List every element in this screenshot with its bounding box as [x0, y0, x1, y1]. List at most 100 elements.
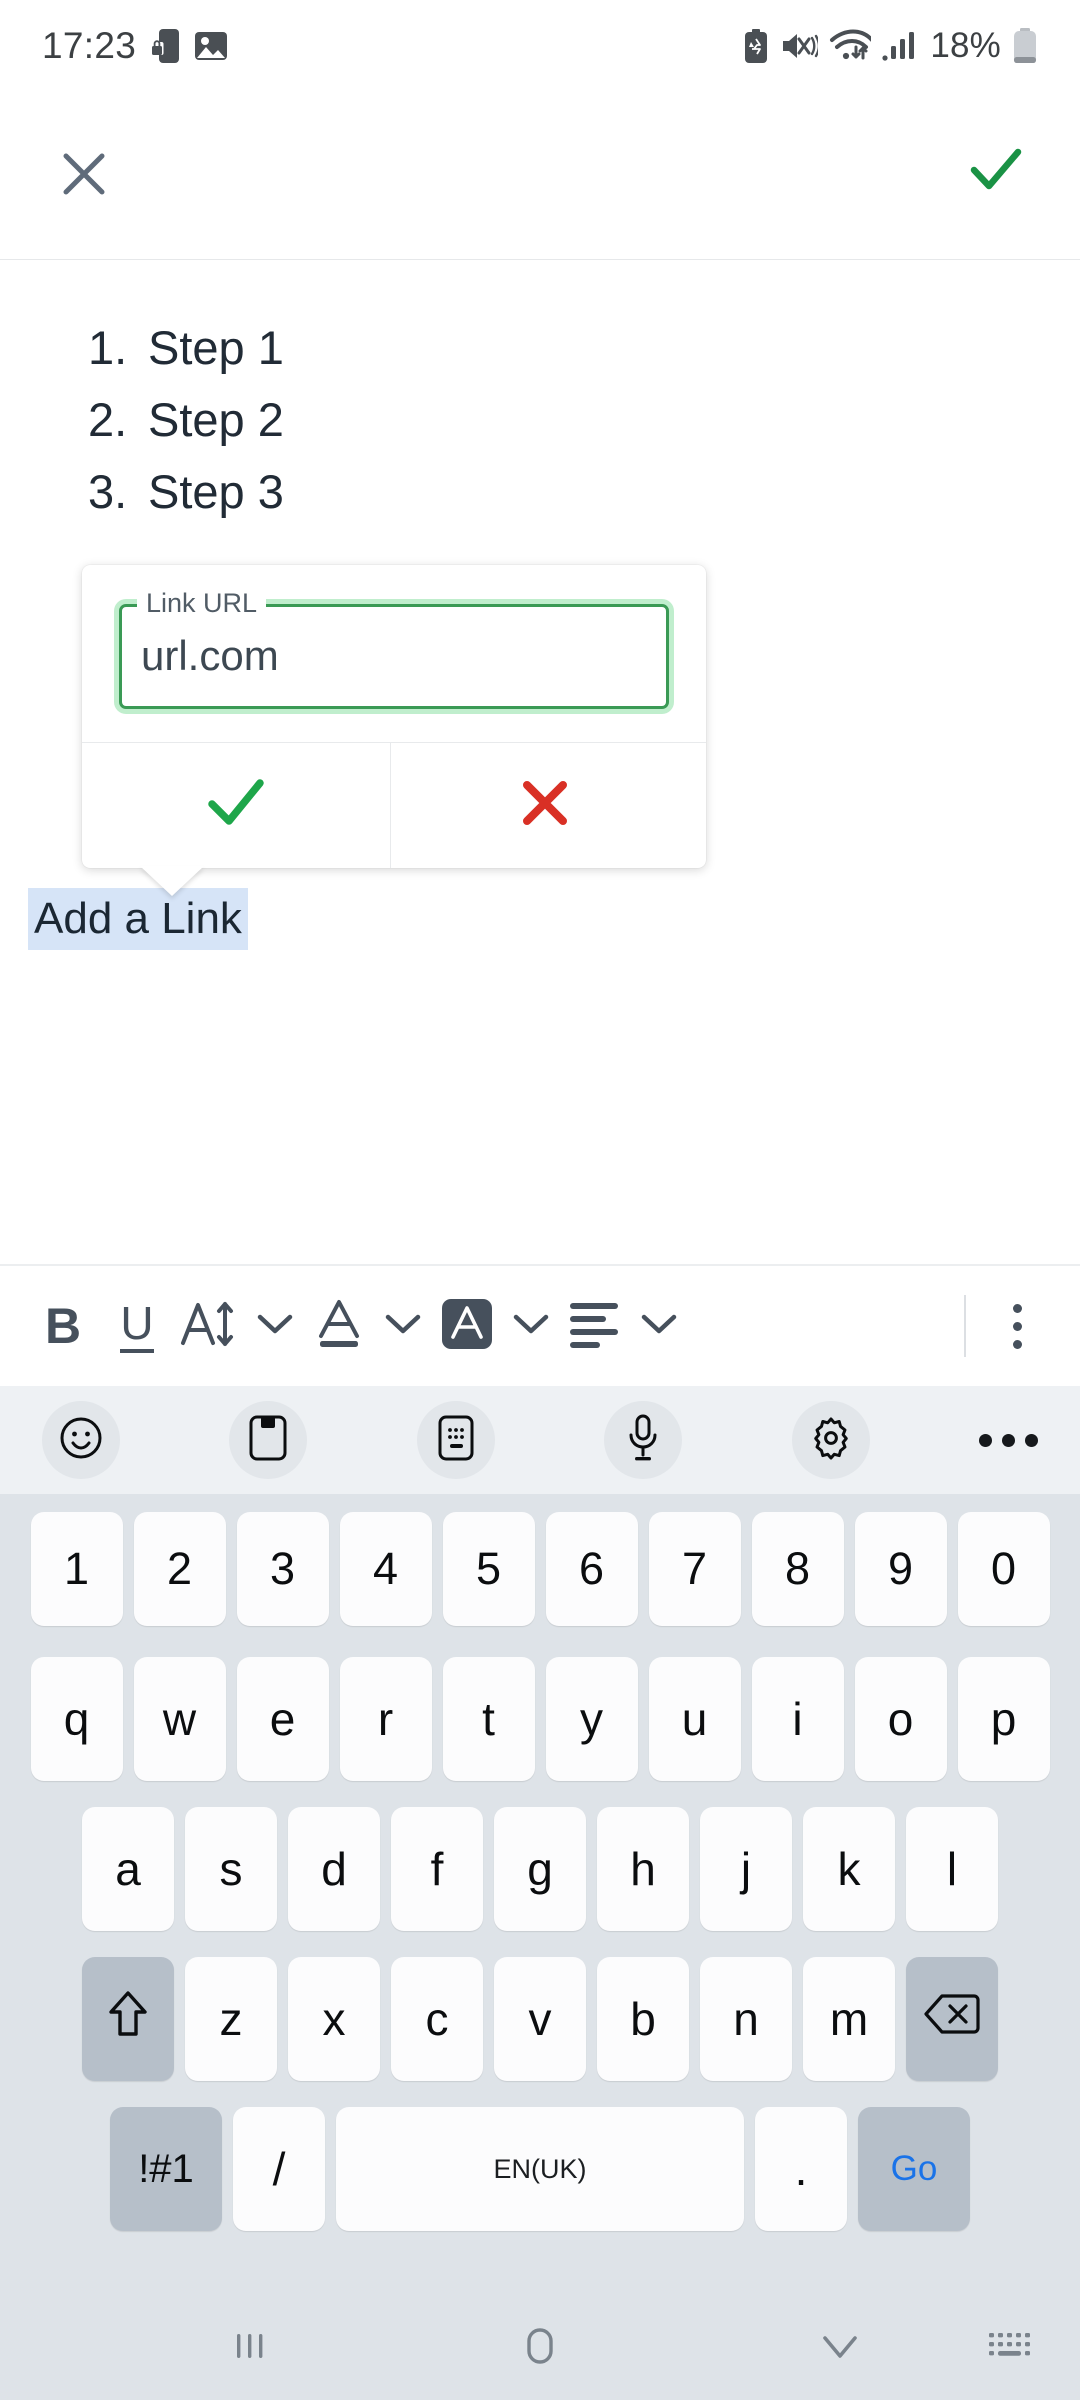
keyboard-row-numbers: 1 2 3 4 5 6 7 8 9 0	[0, 1494, 1080, 1644]
selected-text[interactable]: Add a Link	[28, 888, 248, 950]
go-key[interactable]: Go	[858, 2107, 970, 2231]
shift-key[interactable]	[82, 1957, 174, 2081]
highlight-color-dropdown[interactable]	[504, 1266, 558, 1386]
key-r[interactable]: r	[339, 1657, 432, 1781]
key-b[interactable]: b	[597, 1957, 689, 2081]
key-d[interactable]: d	[288, 1807, 380, 1931]
link-url-input[interactable]: url.com	[141, 628, 279, 684]
hide-keyboard-button[interactable]	[790, 2296, 890, 2400]
handwriting-icon	[437, 1414, 475, 1467]
symbols-key[interactable]: !#1	[110, 2107, 222, 2231]
highlight-color-button[interactable]	[430, 1266, 504, 1386]
key-k[interactable]: k	[803, 1807, 895, 1931]
key-g[interactable]: g	[494, 1807, 586, 1931]
clipboard-icon	[248, 1414, 288, 1467]
list-item[interactable]: 3. Step 3	[88, 456, 284, 528]
key-p[interactable]: p	[957, 1657, 1050, 1781]
list-item[interactable]: 2. Step 2	[88, 384, 284, 456]
link-confirm-button[interactable]	[82, 742, 390, 868]
backspace-icon	[924, 1992, 980, 2047]
key-s[interactable]: s	[185, 1807, 277, 1931]
key-o[interactable]: o	[854, 1657, 947, 1781]
handwriting-button[interactable]	[416, 1401, 495, 1479]
status-bar: 17:23 18%	[0, 0, 1080, 92]
period-key[interactable]: .	[755, 2107, 847, 2231]
list-item-text: Step 1	[148, 321, 284, 374]
check-icon	[968, 144, 1024, 201]
emoji-button[interactable]	[42, 1401, 120, 1479]
save-button[interactable]	[960, 136, 1032, 208]
settings-button[interactable]	[791, 1401, 870, 1479]
key-0[interactable]: 0	[957, 1512, 1050, 1626]
microphone-button[interactable]	[604, 1401, 683, 1479]
bold-button[interactable]: B	[26, 1266, 100, 1386]
key-i[interactable]: i	[751, 1657, 844, 1781]
key-u[interactable]: u	[648, 1657, 741, 1781]
key-l[interactable]: l	[906, 1807, 998, 1931]
key-x[interactable]: x	[288, 1957, 380, 2081]
key-a[interactable]: a	[82, 1807, 174, 1931]
font-size-icon	[179, 1295, 243, 1358]
close-icon	[518, 776, 572, 835]
font-size-button[interactable]	[174, 1266, 248, 1386]
switch-keyboard-button[interactable]	[960, 2296, 1060, 2400]
recents-icon	[228, 2324, 272, 2373]
key-h[interactable]: h	[597, 1807, 689, 1931]
android-nav-bar	[0, 2296, 1080, 2400]
key-8[interactable]: 8	[751, 1512, 844, 1626]
key-y[interactable]: y	[545, 1657, 638, 1781]
key-7[interactable]: 7	[648, 1512, 741, 1626]
keyboard-toolbar	[0, 1386, 1080, 1494]
bold-icon: B	[44, 1298, 82, 1354]
image-icon	[194, 29, 228, 63]
link-url-label: Link URL	[137, 588, 267, 618]
key-n[interactable]: n	[700, 1957, 792, 2081]
key-t[interactable]: t	[442, 1657, 535, 1781]
key-6[interactable]: 6	[545, 1512, 638, 1626]
keyboard-row-space: !#1 / EN(UK) . Go	[0, 2094, 1080, 2244]
font-size-dropdown[interactable]	[248, 1266, 302, 1386]
key-w[interactable]: w	[133, 1657, 226, 1781]
key-m[interactable]: m	[803, 1957, 895, 2081]
space-key[interactable]: EN(UK)	[336, 2107, 744, 2231]
keyboard-more-button[interactable]	[978, 1433, 1038, 1447]
list-item-text: Step 3	[148, 465, 284, 518]
align-button[interactable]	[558, 1266, 632, 1386]
battery-icon	[1012, 28, 1038, 64]
text-color-button[interactable]	[302, 1266, 376, 1386]
close-button[interactable]	[48, 140, 120, 212]
chevron-down-icon	[513, 1312, 549, 1341]
align-dropdown[interactable]	[632, 1266, 686, 1386]
recents-button[interactable]	[200, 2296, 300, 2400]
slash-key[interactable]: /	[233, 2107, 325, 2231]
list-item-number: 2.	[88, 393, 128, 446]
key-5[interactable]: 5	[442, 1512, 535, 1626]
key-1[interactable]: 1	[30, 1512, 123, 1626]
key-f[interactable]: f	[391, 1807, 483, 1931]
key-v[interactable]: v	[494, 1957, 586, 2081]
home-button[interactable]	[490, 2296, 590, 2400]
link-url-field[interactable]: Link URL url.com	[119, 588, 669, 709]
key-z[interactable]: z	[185, 1957, 277, 2081]
overflow-menu-button[interactable]	[980, 1266, 1054, 1386]
chevron-down-icon	[641, 1312, 677, 1341]
link-cancel-button[interactable]	[391, 742, 699, 868]
backspace-key[interactable]	[906, 1957, 998, 2081]
key-c[interactable]: c	[391, 1957, 483, 2081]
chevron-down-icon	[257, 1312, 293, 1341]
list-item[interactable]: 1. Step 1	[88, 312, 284, 384]
settings-gear-icon	[808, 1415, 854, 1466]
key-e[interactable]: e	[236, 1657, 329, 1781]
more-vertical-icon	[1012, 1303, 1022, 1349]
key-2[interactable]: 2	[133, 1512, 226, 1626]
key-3[interactable]: 3	[236, 1512, 329, 1626]
wifi-icon	[829, 29, 872, 63]
text-color-dropdown[interactable]	[376, 1266, 430, 1386]
key-j[interactable]: j	[700, 1807, 792, 1931]
key-9[interactable]: 9	[854, 1512, 947, 1626]
battery-saver-icon	[743, 29, 769, 63]
key-4[interactable]: 4	[339, 1512, 432, 1626]
clipboard-button[interactable]	[229, 1401, 308, 1479]
underline-button[interactable]: U	[100, 1266, 174, 1386]
key-q[interactable]: q	[30, 1657, 123, 1781]
